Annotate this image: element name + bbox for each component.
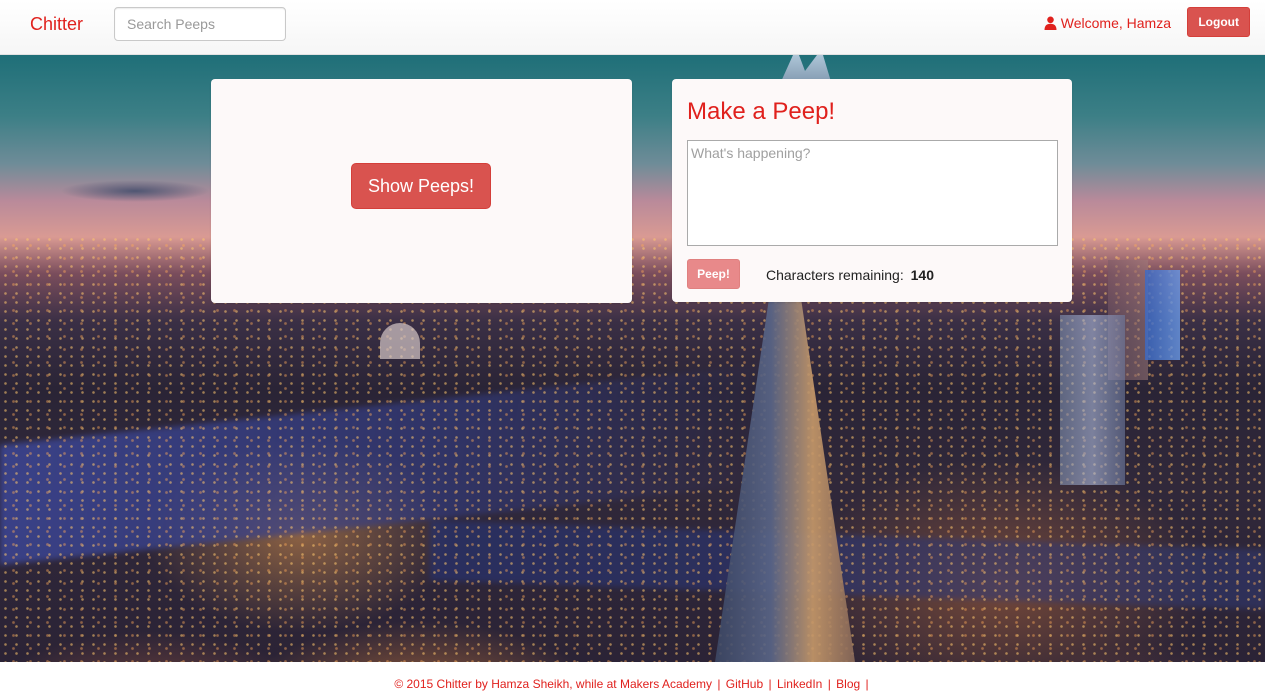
footer: © 2015 Chitter by Hamza Sheikh, while at…: [0, 662, 1265, 694]
footer-link-blog[interactable]: Blog: [836, 677, 860, 691]
welcome-text: Welcome, Hamza: [1060, 15, 1171, 31]
brand-logo[interactable]: Chitter: [30, 14, 83, 35]
footer-link-linkedin[interactable]: LinkedIn: [777, 677, 822, 691]
footer-separator: |: [865, 677, 869, 691]
footer-separator: |: [768, 677, 772, 691]
welcome-message[interactable]: Welcome, Hamza: [1044, 15, 1171, 31]
navbar: Chitter Welcome, Hamza Logout: [0, 0, 1265, 55]
footer-link-github[interactable]: GitHub: [726, 677, 763, 691]
characters-remaining-count: 140: [910, 267, 934, 283]
peep-textarea[interactable]: [687, 140, 1058, 246]
background-tower: [1060, 315, 1125, 485]
footer-separator: |: [717, 677, 721, 691]
search-input[interactable]: [114, 7, 286, 41]
footer-credit: © 2015 Chitter by Hamza Sheikh, while at…: [394, 677, 712, 691]
show-peeps-button[interactable]: Show Peeps!: [351, 163, 491, 209]
background-tower: [1145, 270, 1180, 360]
characters-remaining-label: Characters remaining:: [766, 267, 904, 283]
background-cloud: [60, 180, 210, 202]
user-icon: [1044, 16, 1057, 30]
background-dome: [380, 323, 420, 359]
peep-form-panel: Make a Peep! Peep! Characters remaining:…: [672, 79, 1072, 302]
peep-submit-button[interactable]: Peep!: [687, 259, 740, 289]
characters-remaining: Characters remaining: 140: [766, 267, 934, 283]
background-city-image: [0, 55, 1265, 662]
peep-form-title: Make a Peep!: [687, 98, 836, 125]
footer-separator: |: [827, 677, 831, 691]
peeps-panel: Show Peeps!: [211, 79, 632, 303]
logout-button[interactable]: Logout: [1187, 7, 1250, 37]
